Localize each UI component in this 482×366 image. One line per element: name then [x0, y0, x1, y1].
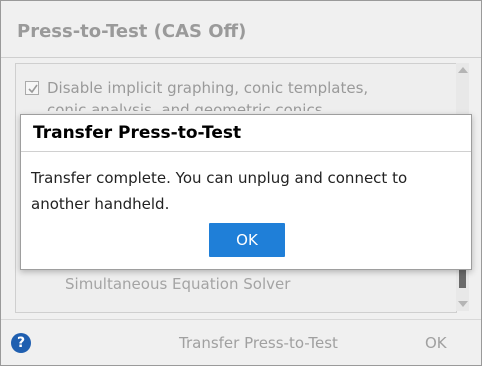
- transfer-press-to-test-button[interactable]: Transfer Press-to-Test: [179, 334, 338, 352]
- transfer-complete-modal: Transfer Press-to-Test Transfer complete…: [20, 114, 472, 270]
- option-checkbox[interactable]: [25, 81, 39, 95]
- option-label-line1: Disable implicit graphing, conic templat…: [47, 79, 369, 97]
- checkmark-icon: [28, 84, 38, 94]
- scroll-down-arrow-icon[interactable]: [458, 301, 468, 307]
- scroll-thumb[interactable]: [459, 268, 466, 288]
- modal-message: Transfer complete. You can unplug and co…: [31, 169, 408, 213]
- option-row[interactable]: Disable implicit graphing, conic templat…: [25, 77, 445, 111]
- option-label-line2: conic analysis, and geometric conics: [47, 101, 323, 111]
- title-divider: [1, 57, 481, 58]
- dialog-title: Press-to-Test (CAS Off): [17, 21, 247, 42]
- footer-divider: [1, 319, 481, 320]
- option-label: Disable implicit graphing, conic templat…: [47, 77, 445, 111]
- simultaneous-equation-solver-label: Simultaneous Equation Solver: [65, 275, 291, 293]
- modal-divider: [21, 151, 471, 152]
- modal-ok-button[interactable]: OK: [209, 223, 285, 257]
- modal-title: Transfer Press-to-Test: [33, 123, 242, 143]
- ok-button[interactable]: OK: [425, 334, 447, 352]
- scroll-up-arrow-icon[interactable]: [458, 67, 468, 73]
- help-icon[interactable]: ?: [11, 333, 31, 353]
